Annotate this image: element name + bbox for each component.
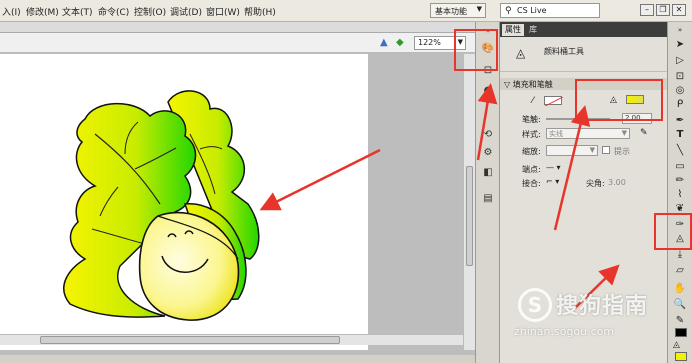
watermark-url: zhinan.sogou.com [514,325,615,338]
sogou-watermark: S 搜狗指南 zhinan.sogou.com [514,288,664,344]
arrow-to-fill-swatch [553,105,591,231]
sogou-logo: S [518,288,552,322]
watermark-title: 搜狗指南 [556,294,649,319]
arrow-to-color-panel [476,83,498,161]
arrow-to-drawing [259,148,381,211]
